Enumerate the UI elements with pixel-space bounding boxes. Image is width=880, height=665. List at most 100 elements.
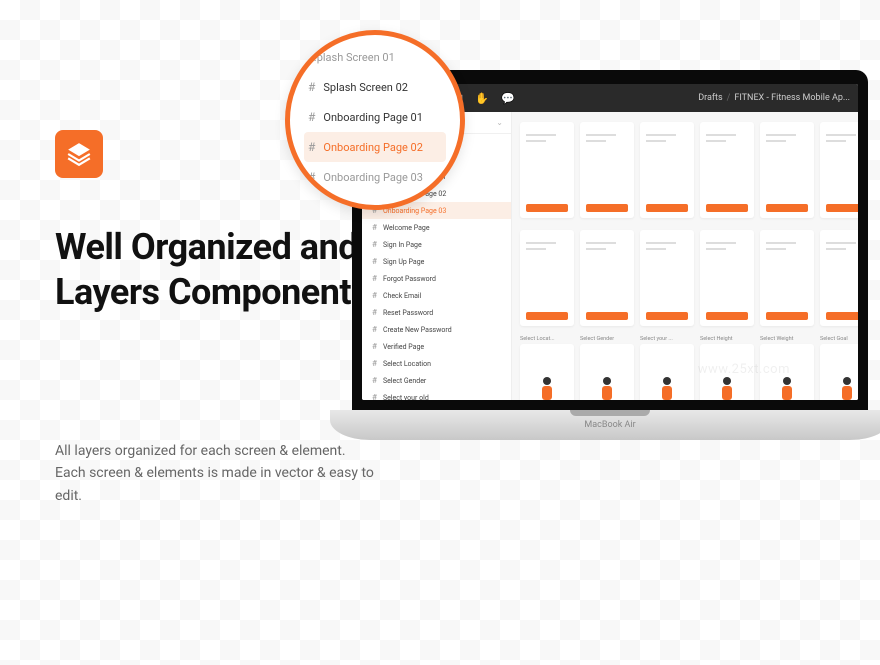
- artboard[interactable]: [520, 228, 574, 326]
- artboard-row: [520, 228, 850, 326]
- layer-label: Forgot Password: [383, 275, 436, 283]
- artboard-title: Select Height: [700, 336, 754, 342]
- frame-hash-icon: #: [308, 140, 315, 154]
- magnifier-layer-label: Onboarding Page 03: [323, 171, 423, 184]
- artboard-row: Select Locat... Select Gender Select your …: [520, 336, 850, 400]
- layer-label: Reset Password: [383, 309, 433, 317]
- magnifier-layer-item[interactable]: # Splash Screen 02: [304, 72, 446, 102]
- breadcrumb-file: FITNEX - Fitness Mobile Ap...: [734, 93, 850, 103]
- artboard[interactable]: [520, 120, 574, 218]
- artboard[interactable]: [700, 228, 754, 326]
- magnifier-layer-item[interactable]: # Onboarding Page 02: [304, 132, 446, 162]
- layers-icon: [66, 141, 92, 167]
- layer-label: Sign Up Page: [383, 258, 424, 266]
- layer-label: Sign In Page: [383, 241, 422, 249]
- magnifier-layer-label: Onboarding Page 02: [323, 141, 423, 154]
- hand-icon[interactable]: ✋: [475, 92, 489, 105]
- artboard[interactable]: [700, 120, 754, 218]
- frame-hash-icon: #: [372, 308, 377, 317]
- artboard-screen: [820, 230, 858, 326]
- magnifier-layer-label: ...plash Screen 01: [308, 51, 395, 64]
- frame-hash-icon: #: [372, 223, 377, 232]
- artboard[interactable]: [640, 120, 694, 218]
- feature-badge: [55, 130, 103, 178]
- frame-hash-icon: #: [308, 110, 315, 124]
- laptop-label: MacBook Air: [584, 420, 635, 430]
- layer-item[interactable]: # Sign Up Page: [362, 253, 511, 270]
- layer-item[interactable]: #Forgot Password: [362, 270, 511, 287]
- artboard[interactable]: [820, 228, 858, 326]
- comment-icon[interactable]: 💬: [501, 92, 515, 105]
- frame-hash-icon: #: [372, 359, 377, 368]
- artboard[interactable]: [820, 120, 858, 218]
- frame-hash-icon: #: [372, 240, 377, 249]
- layer-label: Welcome Page: [383, 224, 430, 232]
- artboard-screen: [580, 122, 634, 218]
- artboard-screen: [700, 122, 754, 218]
- artboard-title: Select Goal: [820, 336, 858, 342]
- breadcrumb-sep: /: [727, 93, 731, 103]
- layer-item[interactable]: #Check Email: [362, 287, 511, 304]
- layer-item[interactable]: # Sign In Page: [362, 236, 511, 253]
- artboard[interactable]: [760, 120, 814, 218]
- artboard-screen: [640, 230, 694, 326]
- layer-label: Select Gender: [383, 377, 426, 385]
- layer-label: Verified Page: [383, 343, 424, 351]
- magnifier-layer-label: Splash Screen 02: [323, 81, 408, 94]
- laptop-base: MacBook Air: [330, 410, 880, 440]
- breadcrumb[interactable]: Drafts / FITNEX - Fitness Mobile Ap...: [698, 93, 850, 103]
- artboard[interactable]: Select your ...: [640, 336, 694, 400]
- frame-hash-icon: #: [372, 342, 377, 351]
- artboard[interactable]: Select Locat...: [520, 336, 574, 400]
- artboard[interactable]: [640, 228, 694, 326]
- magnifier-layer-item[interactable]: # Onboarding Page 03: [304, 162, 446, 184]
- frame-hash-icon: #: [372, 291, 377, 300]
- artboard-screen: [640, 122, 694, 218]
- magnifier-layer-item[interactable]: ...plash Screen 01: [304, 51, 446, 72]
- headline: Well Organized and Layers Components: [55, 225, 375, 315]
- artboard[interactable]: [580, 120, 634, 218]
- frame-hash-icon: #: [372, 257, 377, 266]
- artboard-screen: [820, 122, 858, 218]
- frame-hash-icon: #: [372, 376, 377, 385]
- artboard-screen: [520, 344, 574, 400]
- frame-hash-icon: #: [372, 393, 377, 400]
- magnifier-layer-item[interactable]: # Onboarding Page 01: [304, 102, 446, 132]
- subtext: All layers organized for each screen & e…: [55, 440, 375, 507]
- artboard-screen: [760, 122, 814, 218]
- artboard-screen: [760, 230, 814, 326]
- layer-label: Select Location: [383, 360, 431, 368]
- artboard[interactable]: [580, 228, 634, 326]
- layer-label: Create New Password: [383, 326, 452, 334]
- artboard-title: Select your ...: [640, 336, 694, 342]
- layer-item[interactable]: # Create New Password: [362, 321, 511, 338]
- artboard[interactable]: Select Gender: [580, 336, 634, 400]
- artboard-screen: [580, 344, 634, 400]
- layer-item[interactable]: #Select your old: [362, 389, 511, 400]
- artboard-screen: [640, 344, 694, 400]
- magnifier-layer-label: Onboarding Page 01: [323, 111, 423, 124]
- canvas-area[interactable]: Select Locat... Select Gender Select your …: [512, 112, 858, 400]
- artboard-screen: [820, 344, 858, 400]
- magnifier-callout: ...plash Screen 01 # Splash Screen 02 # Onbo…: [285, 30, 465, 210]
- artboard-screen: [580, 230, 634, 326]
- watermark: www.25xt.com: [698, 362, 790, 377]
- artboard-row: [520, 120, 850, 218]
- artboard[interactable]: [760, 228, 814, 326]
- artboard-title: Select Weight: [760, 336, 814, 342]
- artboard-screen: [520, 122, 574, 218]
- layer-item[interactable]: # Reset Password: [362, 304, 511, 321]
- breadcrumb-root: Drafts: [698, 93, 722, 103]
- layer-item[interactable]: # Select Gender: [362, 372, 511, 389]
- frame-hash-icon: #: [372, 325, 377, 334]
- artboard-title: Select Locat...: [520, 336, 574, 342]
- chevron-down-icon: ⌄: [496, 118, 503, 127]
- frame-hash-icon: #: [308, 80, 315, 94]
- frame-hash-icon: #: [308, 170, 315, 184]
- artboard-screen: [700, 230, 754, 326]
- layer-item[interactable]: # Welcome Page: [362, 219, 511, 236]
- artboard-screen: [520, 230, 574, 326]
- artboard[interactable]: Select Goal: [820, 336, 858, 400]
- layer-item[interactable]: # Select Location: [362, 355, 511, 372]
- layer-item[interactable]: # Verified Page: [362, 338, 511, 355]
